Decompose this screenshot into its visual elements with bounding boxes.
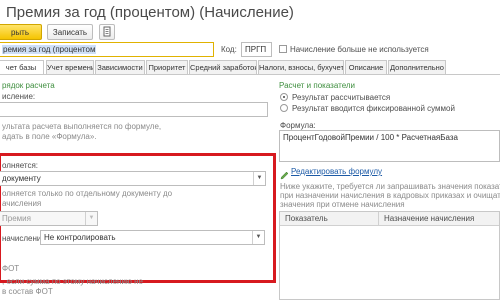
tab-average-earnings[interactable]: Средний заработок [189, 60, 257, 74]
tab-taxes[interactable]: Налоги, взносы, бухучет [258, 60, 344, 74]
window-title: Премия за год (процентом) (Начисление) [6, 4, 294, 21]
tab-additional[interactable]: Дополнительно [388, 60, 446, 74]
formula-label: Формула: [280, 121, 316, 130]
calc-label: ислениe: [2, 92, 36, 101]
calc-order-title: рядок расчета [2, 81, 55, 90]
radio-fixed-label: Результат вводится фиксированной суммой [292, 104, 455, 113]
tab-strip: чет базы Учет времени Зависимости Приори… [0, 60, 500, 75]
fot-label: ФОТ [2, 264, 20, 273]
chevron-down-icon[interactable]: ▼ [252, 231, 264, 244]
calc-indicators-title: Расчет и показатели [279, 81, 356, 90]
no-longer-used-label: Начисление больше не используется [290, 45, 429, 54]
report-button[interactable] [99, 24, 115, 40]
name-field[interactable]: ремия за год (процентом [0, 42, 214, 57]
chevron-down-icon[interactable]: ▼ [253, 172, 265, 185]
tab-time-accounting[interactable]: Учет времени [46, 60, 94, 74]
executes-hint-1: олняется только по отдельному документу … [2, 189, 173, 198]
chevron-down-icon: ▼ [85, 212, 97, 225]
col-purpose[interactable]: Назначение начисления [384, 214, 474, 223]
executes-value: документу [2, 174, 41, 183]
code-label: Код: [221, 45, 237, 54]
executes-label: олняется: [2, 161, 39, 170]
accrual-select[interactable]: Не контролировать ▼ [40, 230, 265, 245]
formula-field[interactable]: ПроцентГодовойПремии / 100 * РасчетнаяБа… [279, 130, 500, 162]
col-indicator[interactable]: Показатель [285, 214, 328, 223]
radio-calculated[interactable] [280, 93, 288, 101]
calc-field[interactable] [0, 102, 268, 117]
calc-hint-1: ультата расчета выполняется по формуле, [2, 122, 162, 131]
executes-select[interactable]: документу ▼ [0, 171, 266, 186]
accrual-value: Не контролировать [44, 233, 116, 242]
premium-value: Премия [2, 214, 31, 223]
code-field[interactable]: ПРГП [241, 42, 272, 57]
edit-formula-link[interactable]: Редактировать формулу [291, 167, 382, 176]
document-icon [103, 26, 111, 37]
indicators-hint-3: значения при отмене начисления [280, 200, 405, 209]
table-header: Показатель Назначение начисления [280, 212, 499, 226]
indicators-table[interactable]: Показатель Назначение начисления [279, 211, 500, 300]
premium-select: Премия ▼ [0, 211, 98, 226]
fot-hint-1: , если сумма по этому начислению не [2, 277, 144, 286]
tab-base-accounting[interactable]: чет базы [0, 60, 44, 74]
radio-calculated-label: Результат рассчитывается [292, 93, 391, 102]
save-and-close-button[interactable]: рыть [0, 24, 42, 40]
tab-priority[interactable]: Приоритет [146, 60, 188, 74]
fot-hint-2: в состав ФОТ [2, 287, 53, 296]
name-value: ремия за год (процентом [2, 45, 97, 54]
save-button[interactable]: Записать [47, 24, 93, 40]
column-divider [378, 212, 379, 225]
radio-fixed[interactable] [280, 104, 288, 112]
indicators-hint-1: Ниже укажите, требуется ли запрашивать з… [280, 182, 500, 191]
executes-hint-2: ачисления [2, 199, 42, 208]
indicators-hint-2: при назначении начисления в кадровых при… [280, 191, 500, 200]
calc-hint-2: адать в поле «Формула». [2, 132, 97, 141]
tab-description[interactable]: Описание [345, 60, 387, 74]
tab-dependencies[interactable]: Зависимости [95, 60, 145, 74]
no-longer-used-checkbox[interactable] [279, 45, 287, 53]
